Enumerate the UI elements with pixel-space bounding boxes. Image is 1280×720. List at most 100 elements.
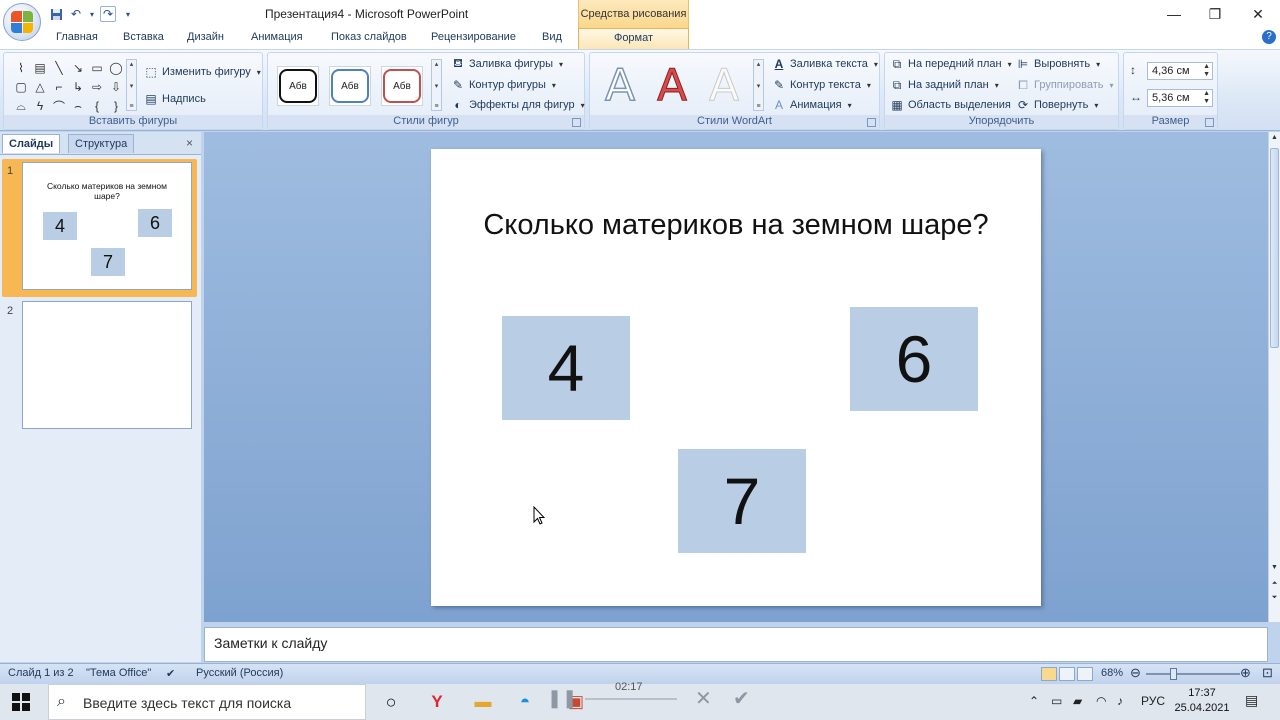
rectangle-icon[interactable]: ▭ (88, 59, 106, 77)
customize-qat-icon[interactable]: ▾ (120, 6, 136, 22)
help-icon[interactable]: ? (1262, 30, 1276, 44)
freeform-icon[interactable]: ⌇ (12, 59, 30, 77)
input-language[interactable]: РУС (1141, 694, 1165, 708)
windows-start-icon[interactable] (12, 693, 30, 711)
wordart-white-style[interactable]: A (700, 59, 748, 111)
wordart-red-style[interactable]: A (648, 59, 696, 111)
left-brace-icon[interactable]: { (88, 97, 106, 115)
shape-style-black[interactable]: Абв (277, 66, 319, 106)
minimize-button[interactable]: — (1164, 4, 1184, 24)
shapes-gallery-scroll[interactable]: ▴ ▾ ≡ (126, 59, 137, 111)
scroll-up-icon[interactable]: ▲ (1269, 134, 1280, 141)
close-pane-icon[interactable]: × (186, 136, 193, 150)
arrow-line-icon[interactable]: ↘ (69, 59, 87, 77)
curve-icon[interactable]: ⌒ (50, 97, 68, 115)
shape-style-blue[interactable]: Абв (329, 66, 371, 106)
previous-slide-icon[interactable]: ⏶ (1269, 580, 1280, 588)
scrollbar-thumb[interactable] (1270, 148, 1279, 348)
answer-box-6[interactable]: 6 (850, 307, 978, 411)
yandex-browser-icon[interactable]: Y (426, 692, 448, 712)
zoom-out-icon[interactable]: ⊖ (1130, 665, 1141, 681)
line-icon[interactable]: ╲ (50, 59, 68, 77)
answer-box-4[interactable]: 4 (502, 316, 630, 420)
answer-box-7[interactable]: 7 (678, 449, 806, 553)
shape-styles-scroll[interactable]: ▴ ▾ ≡ (431, 59, 442, 111)
tab-insert[interactable]: Вставка (123, 31, 164, 43)
zoom-level[interactable]: 68% (1101, 667, 1123, 679)
slide-sorter-view-icon[interactable] (1059, 667, 1075, 681)
finish-recording-icon[interactable]: ✔ (733, 686, 750, 711)
tab-view[interactable]: Вид (542, 31, 562, 43)
undo-icon[interactable]: ↶ (68, 6, 84, 22)
height-spinner-icon[interactable]: ▲ ▼ (1203, 63, 1210, 79)
align-button[interactable]: ⊫ Выровнять ▾ (1016, 57, 1100, 71)
tab-outline[interactable]: Структура (68, 134, 135, 153)
elbow-connector-icon[interactable]: ⌐ (50, 78, 68, 96)
shape-styles-launcher-icon[interactable] (572, 118, 581, 127)
oval-icon[interactable]: ◯ (107, 59, 125, 77)
arc-icon[interactable]: ⌢ (69, 97, 87, 115)
tab-slideshow[interactable]: Показ слайдов (331, 31, 407, 43)
tab-animation[interactable]: Анимация (251, 31, 303, 43)
volume-icon[interactable]: ♪ (1117, 694, 1123, 708)
slide-title[interactable]: Сколько материков на земном шаре? (471, 205, 1001, 246)
taskbar-search-box[interactable]: ⌕ Введите здесь текст для поиска (48, 684, 366, 720)
text-animation-button[interactable]: A Анимация ▾ (772, 98, 852, 112)
wordart-gallery-scroll[interactable]: ▴ ▾ ≡ (753, 59, 764, 111)
shape-fill-button[interactable]: ⛾ Заливка фигуры ▾ (451, 56, 563, 71)
rotate-button[interactable]: ⟳ Повернуть ▾ (1016, 98, 1098, 112)
zoom-slider-track[interactable] (1146, 673, 1240, 675)
spellcheck-icon[interactable]: ✔ (166, 667, 175, 680)
slideshow-view-icon[interactable] (1077, 667, 1093, 681)
textbox-shape-icon[interactable]: ▤ (31, 59, 49, 77)
shape-height-field[interactable]: 4,36 см ▲ ▼ (1147, 62, 1213, 80)
wordart-launcher-icon[interactable] (867, 118, 876, 127)
text-fill-button[interactable]: A Заливка текста ▾ (772, 57, 878, 71)
edit-shape-button[interactable]: ⬚ Изменить фигуру ▾ (144, 65, 260, 79)
fit-to-window-icon[interactable]: ⊡ (1262, 665, 1273, 681)
notifications-icon[interactable]: ▤ (1245, 692, 1258, 709)
restore-button[interactable]: ❐ (1205, 4, 1225, 24)
rounded-rect-icon[interactable]: ▢ (12, 78, 30, 96)
group-button[interactable]: ⧠ Группировать ▾ (1016, 78, 1113, 92)
taskbar-clock[interactable]: 17:37 25.04.2021 (1172, 686, 1232, 716)
tab-format[interactable]: Формат (578, 28, 689, 49)
lightning-icon[interactable]: ϟ (31, 97, 49, 115)
edge-browser-icon[interactable]: ◓ (514, 692, 536, 712)
battery-icon[interactable]: ▰ (1073, 694, 1082, 708)
shapes-gallery[interactable]: ⌇ ▤ ╲ ↘ ▭ ◯ ▢ △ ⌐ ↳ ⇨ ⇩ ⌓ ϟ ⌒ ⌢ { } (12, 59, 128, 115)
text-outline-button[interactable]: ✎ Контур текста ▾ (772, 78, 871, 92)
scribble-icon[interactable]: ⌓ (12, 97, 30, 115)
file-explorer-icon[interactable]: ▬ (472, 692, 494, 712)
pause-recording-icon[interactable]: ❚❚ (547, 688, 577, 709)
wifi-icon[interactable]: ◠ (1096, 694, 1106, 708)
undo-dropdown-icon[interactable]: ▾ (88, 6, 96, 22)
zoom-in-icon[interactable]: ⊕ (1240, 665, 1251, 681)
elbow-arrow-icon[interactable]: ↳ (69, 78, 87, 96)
redo-icon[interactable]: ↷ (100, 6, 116, 22)
width-spinner-icon[interactable]: ▲ ▼ (1203, 90, 1210, 106)
device-icon[interactable]: ▭ (1051, 694, 1062, 708)
tab-home[interactable]: Главная (56, 31, 98, 43)
close-button[interactable]: ✕ (1248, 4, 1268, 24)
theme-name[interactable]: "Тема Office" (86, 667, 151, 679)
shape-outline-button[interactable]: ✎ Контур фигуры ▾ (451, 78, 556, 92)
language-indicator[interactable]: Русский (Россия) (196, 667, 283, 679)
tab-design[interactable]: Дизайн (187, 31, 224, 43)
down-arrow-icon[interactable]: ⇩ (107, 78, 125, 96)
triangle-icon[interactable]: △ (31, 78, 49, 96)
slide-thumbnail-1[interactable]: Сколько материков на земном шаре? 4 6 7 (22, 162, 192, 290)
text-box-button[interactable]: ▤ Надпись (144, 92, 205, 106)
right-brace-icon[interactable]: } (107, 97, 125, 115)
office-button[interactable] (3, 3, 41, 41)
next-slide-icon[interactable]: ⏷ (1269, 594, 1280, 602)
zoom-slider-thumb[interactable] (1170, 668, 1177, 680)
tab-slides[interactable]: Слайды (2, 134, 61, 153)
send-to-back-button[interactable]: ⧉ На задний план ▾ (890, 78, 999, 92)
cortana-icon[interactable]: ○ (380, 692, 402, 712)
wordart-outline-style[interactable]: A (596, 59, 644, 112)
shape-width-field[interactable]: 5,36 см ▲ ▼ (1147, 89, 1213, 107)
shape-style-red[interactable]: Абв (381, 66, 423, 106)
scroll-down-icon[interactable]: ▼ (1269, 564, 1280, 571)
size-launcher-icon[interactable] (1205, 118, 1214, 127)
